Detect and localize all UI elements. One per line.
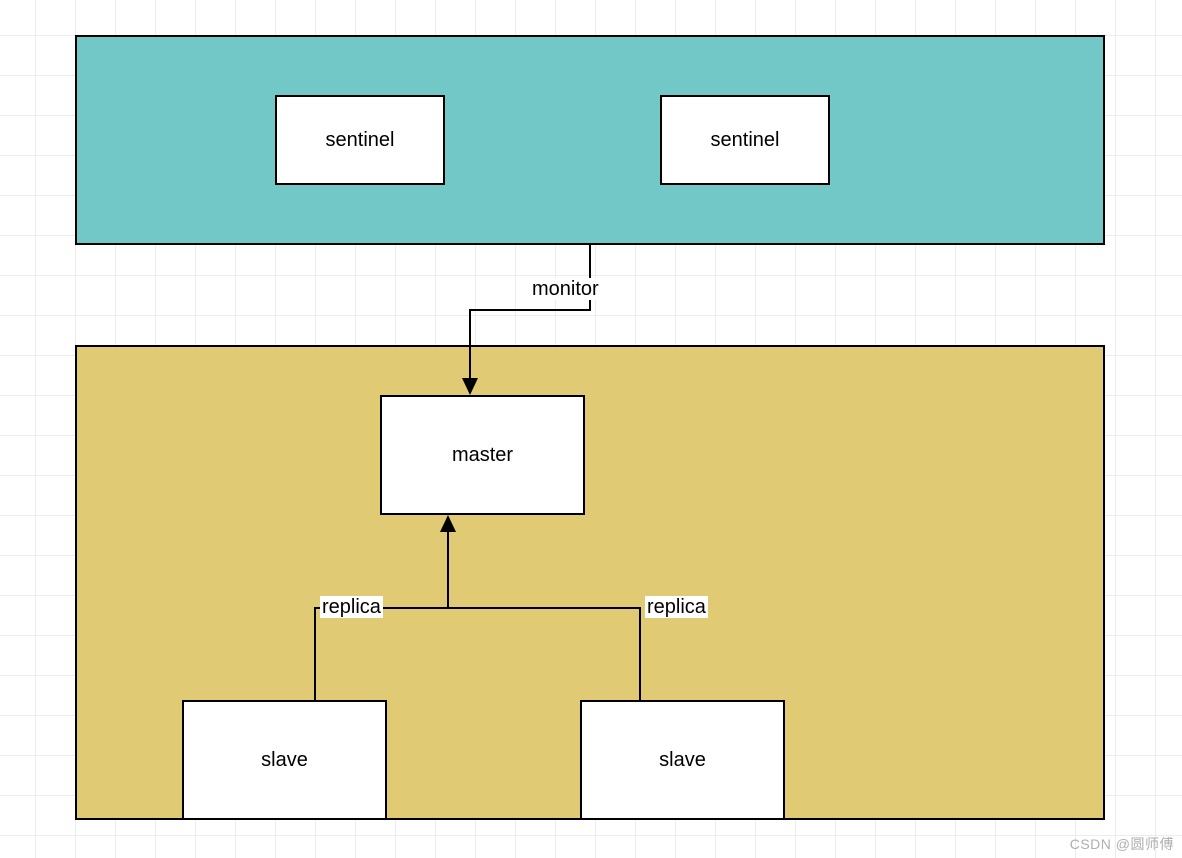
sentinel-node-2: sentinel [660,95,830,185]
replica-label-1: replica [320,596,383,618]
sentinel-panel [75,35,1105,245]
master-node: master [380,395,585,515]
diagram-canvas: sentinel sentinel master slave slave mon… [0,0,1182,858]
monitor-label: monitor [530,278,601,300]
slave-node-1: slave [182,700,387,820]
sentinel-node-2-label: sentinel [711,129,780,152]
master-node-label: master [452,444,513,467]
sentinel-node-1: sentinel [275,95,445,185]
watermark: CSDN @圆师傅 [1070,834,1174,854]
slave-node-2: slave [580,700,785,820]
slave-node-2-label: slave [659,749,706,772]
replica-label-2: replica [645,596,708,618]
slave-node-1-label: slave [261,749,308,772]
sentinel-node-1-label: sentinel [326,129,395,152]
